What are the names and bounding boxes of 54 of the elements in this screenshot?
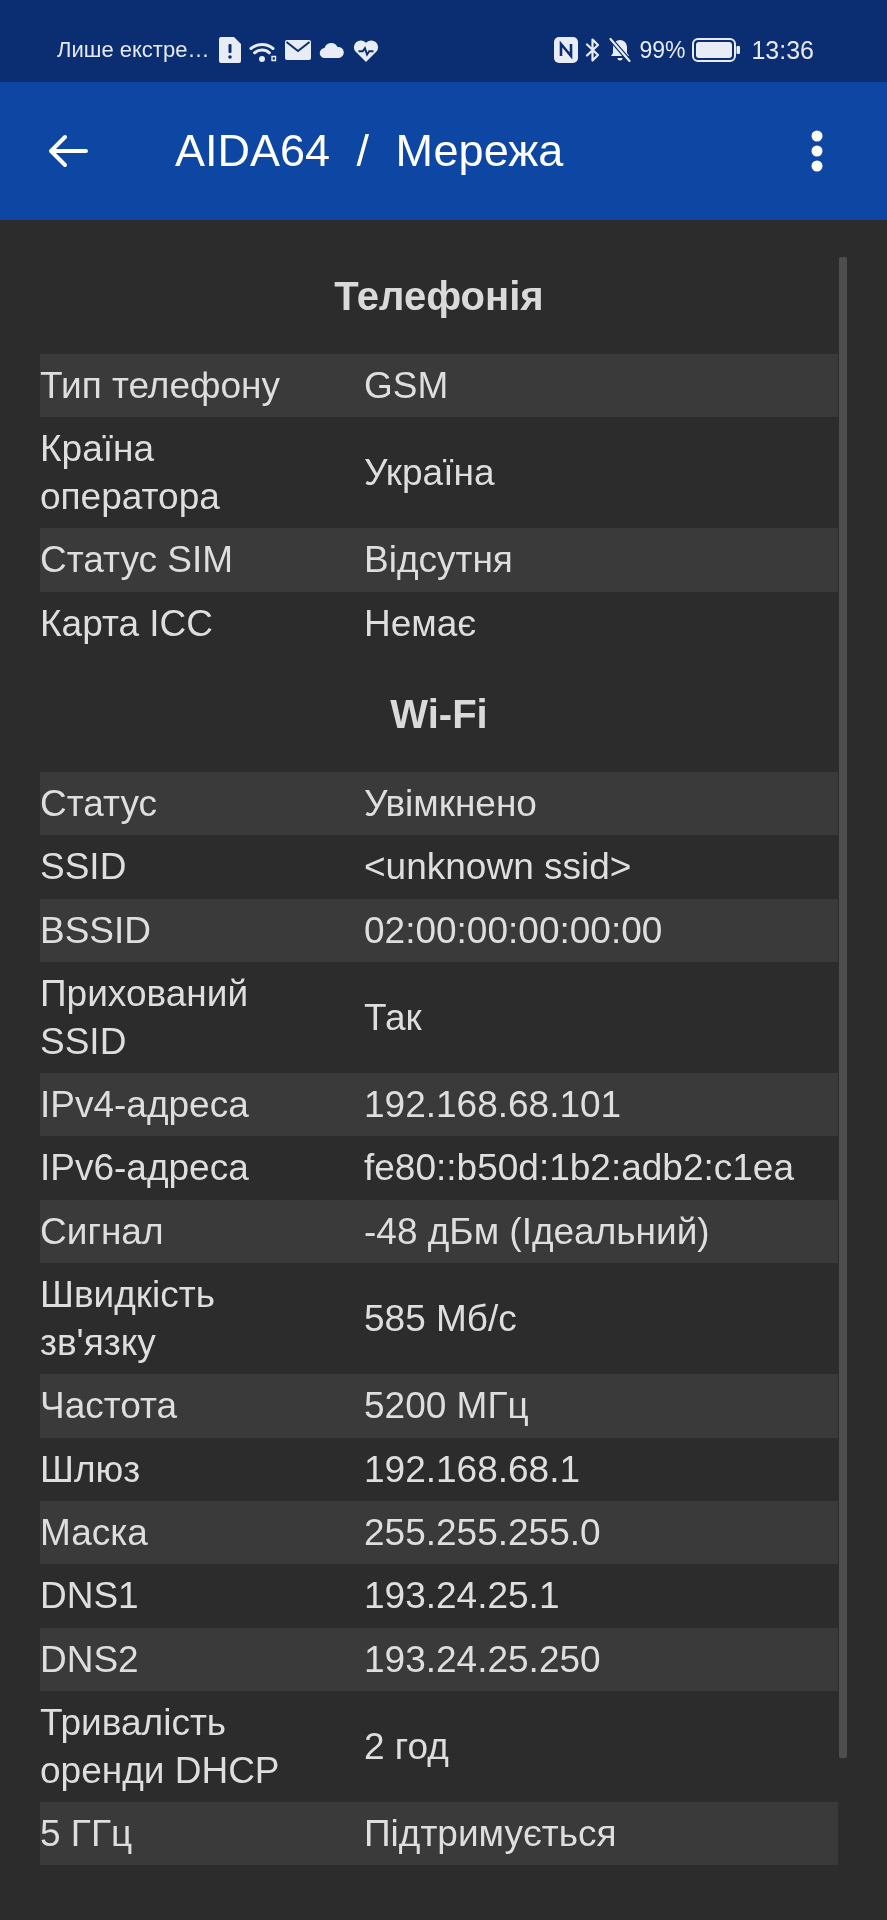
- row-label: Статус: [40, 782, 158, 827]
- row-value: 193.24.25.250: [364, 1637, 601, 1682]
- back-arrow-icon[interactable]: [47, 134, 89, 168]
- row-label: Частота: [40, 1384, 179, 1429]
- row-value: Україна: [364, 451, 495, 496]
- row-label: Статус SIM: [40, 538, 235, 583]
- row-value: 585 Мб/с: [364, 1297, 517, 1341]
- row-label: IPv6-адреса: [40, 1146, 250, 1191]
- sim-alert-icon: [219, 37, 242, 63]
- row-label: Карта ICC: [40, 601, 214, 646]
- row-value: Немає: [364, 601, 477, 646]
- row-value: Підтримується: [364, 1811, 617, 1856]
- notification-text: Лише екстре…: [57, 37, 210, 63]
- row-value: 02:00:00:00:00:00: [364, 908, 663, 953]
- section-title: Wi-Fi: [390, 690, 488, 738]
- row-label: DNS1: [40, 1574, 140, 1619]
- row-label: Тип телефону: [40, 364, 281, 408]
- bluetooth-icon: [585, 37, 602, 63]
- row-label: SSID: [40, 845, 128, 890]
- row-label: Швидкість зв'язку: [40, 1273, 216, 1365]
- clock-time: 13:36: [751, 36, 814, 64]
- row-label: Сигнал: [40, 1209, 165, 1254]
- row-value: 2 год: [364, 1724, 449, 1769]
- row-value: 192.168.68.101: [364, 1083, 622, 1128]
- row-label: BSSID: [40, 908, 153, 953]
- row-label: Маска: [40, 1510, 149, 1555]
- battery-icon: [692, 38, 741, 62]
- row-label: DNS2: [40, 1637, 140, 1682]
- more-options-icon[interactable]: [811, 130, 823, 172]
- row-value: 193.24.25.1: [364, 1574, 560, 1619]
- row-label: Шлюз: [40, 1447, 142, 1492]
- row-label: Тривалість оренди DHCP: [40, 1701, 281, 1793]
- row-value: 5200 МГц: [364, 1384, 529, 1429]
- row-value: Так: [364, 995, 422, 1040]
- app-bar-title: AIDA64 / Мережа: [175, 124, 564, 178]
- row-label: Країна оператора: [40, 427, 221, 519]
- cloud-icon: [319, 42, 346, 58]
- row-value: -48 дБм (Ідеальний): [364, 1209, 710, 1254]
- section-title: Телефонія: [334, 272, 544, 320]
- row-value: 255.255.255.0: [364, 1510, 601, 1555]
- row-label: IPv4-адреса: [40, 1083, 250, 1128]
- row-value: fe80::b50d:1b2:adb2:c1ea: [364, 1146, 794, 1191]
- bell-off-icon: [608, 37, 633, 63]
- row-value: 192.168.68.1: [364, 1447, 581, 1492]
- row-label: 5 ГГц: [40, 1811, 134, 1856]
- row-label: Прихований SSID: [40, 972, 250, 1064]
- nfc-icon: [554, 37, 579, 63]
- row-value: <unknown ssid>: [364, 845, 632, 890]
- battery-percentage: 99%: [639, 37, 686, 63]
- row-value: GSM: [364, 364, 449, 408]
- mail-icon: [285, 40, 312, 60]
- row-value: Увімкнено: [364, 782, 537, 827]
- row-value: Відсутня: [364, 538, 513, 583]
- heart-icon: [353, 38, 380, 62]
